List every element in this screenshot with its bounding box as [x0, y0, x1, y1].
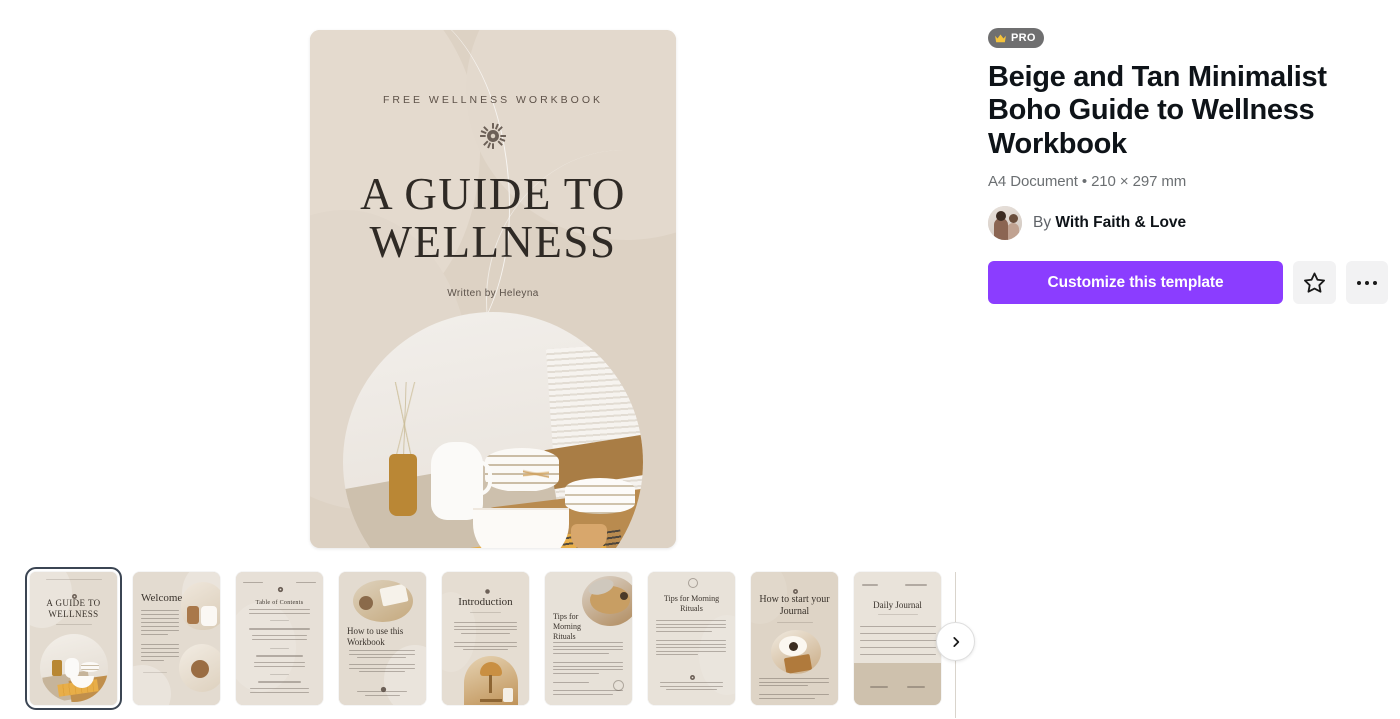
- sun-ornament-icon: [690, 675, 695, 680]
- favorite-button[interactable]: [1293, 261, 1336, 305]
- author-row[interactable]: By With Faith & Love: [988, 206, 1388, 241]
- thumbnail-item-daily-journal[interactable]: Daily Journal: [854, 572, 941, 705]
- thumbnail-item-introduction[interactable]: Introduction: [442, 572, 529, 705]
- thumbnail-label: How to start your Journal: [759, 594, 830, 618]
- cover-kicker-text: FREE WELLNESS WORKBOOK: [382, 94, 604, 106]
- template-info-panel: PRO Beige and Tan Minimalist Boho Guide …: [988, 28, 1388, 305]
- avatar[interactable]: [988, 206, 1022, 241]
- cover-title: A GUIDE TO WELLNESS: [310, 170, 676, 266]
- more-options-button[interactable]: [1345, 261, 1388, 305]
- thumbnail-item-contents[interactable]: Table of Contents: [236, 572, 323, 705]
- pro-badge-label: PRO: [1011, 32, 1036, 44]
- crown-icon: [995, 33, 1006, 42]
- sun-ornament-icon: [485, 589, 490, 594]
- cover-author-credit: Written by Heleyna: [447, 288, 539, 299]
- thumbnail-item-cover[interactable]: A GUIDE TO WELLNESS: [25, 567, 122, 710]
- author-display-name: With Faith & Love: [1055, 214, 1187, 232]
- page-title: Beige and Tan Minimalist Boho Guide to W…: [988, 60, 1327, 160]
- cover-preview-image[interactable]: FREE WELLNESS WORKBOOK A GUIDE TO WELLNE…: [310, 30, 676, 548]
- thumbnail-label: A GUIDE TO WELLNESS: [46, 598, 101, 620]
- thumbnail-item-tips-morning-rituals-2[interactable]: Tips for Morning Rituals: [648, 572, 735, 705]
- table-setting-photo: [343, 312, 643, 548]
- author-by-label: By: [1033, 214, 1052, 232]
- cover-title-line-2: WELLNESS: [369, 217, 617, 268]
- thumbnail-label: Table of Contents: [255, 600, 304, 606]
- thumbnail-item-tips-morning-rituals-1[interactable]: Tips for Morning Rituals: [545, 572, 632, 705]
- thumbnail-item-welcome[interactable]: Welcome: [133, 572, 220, 705]
- template-preview-area: FREE WELLNESS WORKBOOK A GUIDE TO WELLNE…: [0, 0, 960, 565]
- thumbnail-item-how-to-use[interactable]: How to use this Workbook: [339, 572, 426, 705]
- sun-ornament-icon: [480, 123, 506, 149]
- thumbnail-label: Tips for Morning Rituals: [663, 594, 720, 613]
- sun-ornament-icon: [277, 586, 284, 593]
- cover-content: FREE WELLNESS WORKBOOK A GUIDE TO WELLNE…: [310, 30, 676, 548]
- thumbnail-label: Daily Journal: [873, 600, 922, 610]
- thumbnail-label: Tips for Morning Rituals: [553, 612, 581, 641]
- thumbnail-item-start-journal[interactable]: How to start your Journal: [751, 572, 838, 705]
- template-detail-page: FREE WELLNESS WORKBOOK A GUIDE TO WELLNE…: [0, 0, 1400, 719]
- thumbnail-label: How to use this Workbook: [347, 626, 404, 647]
- cover-title-line-1: A GUIDE TO: [360, 169, 626, 219]
- thumbnail-label: Introduction: [458, 596, 513, 608]
- thumbnail-list: A GUIDE TO WELLNESS Welcome Table of Con…: [25, 567, 941, 710]
- thumbnail-next-button[interactable]: [936, 622, 975, 661]
- more-options-icon: [1356, 280, 1378, 286]
- chevron-right-icon: [952, 636, 959, 647]
- author-name: By With Faith & Love: [1033, 214, 1186, 232]
- star-icon: [1303, 272, 1325, 293]
- template-meta: A4 Document • 210 × 297 mm: [988, 173, 1187, 191]
- thumbnail-label: Welcome: [141, 592, 183, 604]
- action-buttons: Customize this template: [988, 261, 1388, 305]
- thumbnail-strip: A GUIDE TO WELLNESS Welcome Table of Con…: [0, 567, 1000, 719]
- customize-template-button[interactable]: Customize this template: [988, 261, 1284, 305]
- pro-badge: PRO: [988, 28, 1044, 48]
